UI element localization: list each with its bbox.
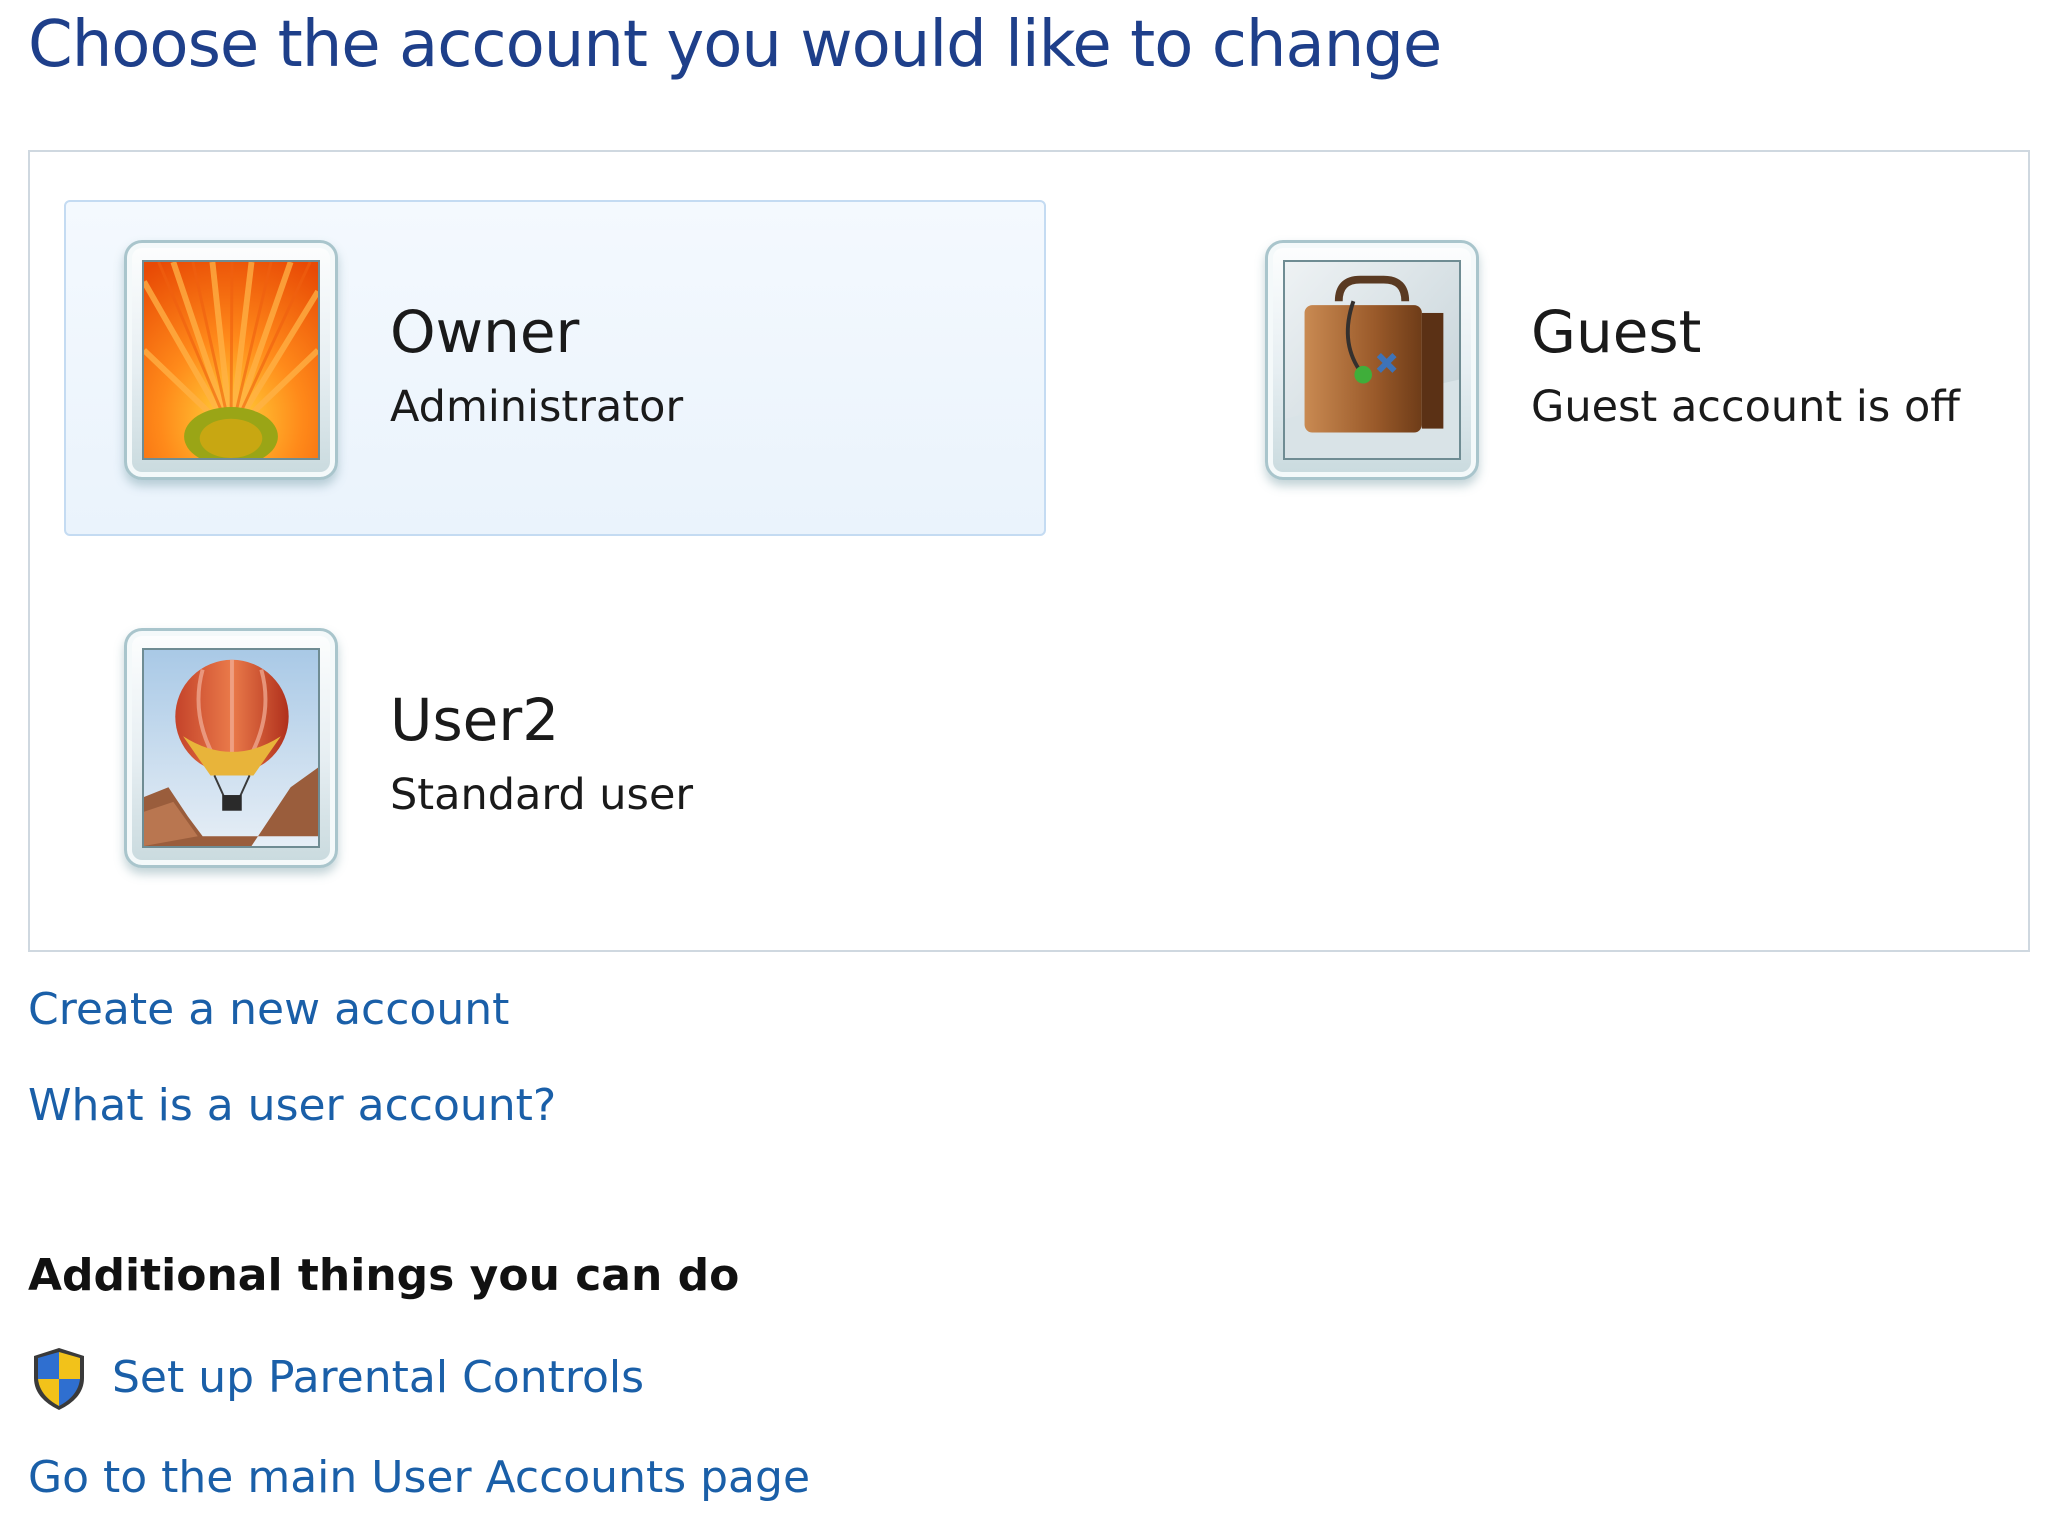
- account-name: Owner: [390, 298, 580, 366]
- what-is-user-account-link[interactable]: What is a user account?: [28, 1080, 556, 1131]
- hot-air-balloon-icon: [142, 648, 320, 848]
- account-name: User2: [390, 686, 560, 754]
- briefcase-icon: [1283, 260, 1461, 460]
- uac-shield-icon: [30, 1346, 88, 1412]
- account-type: Guest account is off: [1531, 382, 1960, 432]
- account-picture-frame: [1265, 240, 1479, 480]
- account-name: Guest: [1531, 298, 1702, 366]
- account-picture-frame: [124, 240, 338, 480]
- create-account-link[interactable]: Create a new account: [28, 984, 509, 1035]
- accounts-panel: Owner Administrator Guest Guest account …: [28, 150, 2030, 952]
- account-type: Administrator: [390, 382, 684, 432]
- page-title: Choose the account you would like to cha…: [28, 8, 1442, 82]
- main-user-accounts-link[interactable]: Go to the main User Accounts page: [28, 1452, 810, 1503]
- parental-controls-link[interactable]: Set up Parental Controls: [112, 1352, 644, 1403]
- account-tile-user2[interactable]: User2 Standard user: [64, 588, 1046, 924]
- additional-things-heading: Additional things you can do: [28, 1250, 740, 1301]
- account-type: Standard user: [390, 770, 694, 820]
- account-tile-guest[interactable]: Guest Guest account is off: [1205, 200, 2005, 536]
- account-tile-owner[interactable]: Owner Administrator: [64, 200, 1046, 536]
- account-picture-frame: [124, 628, 338, 868]
- flower-icon: [142, 260, 320, 460]
